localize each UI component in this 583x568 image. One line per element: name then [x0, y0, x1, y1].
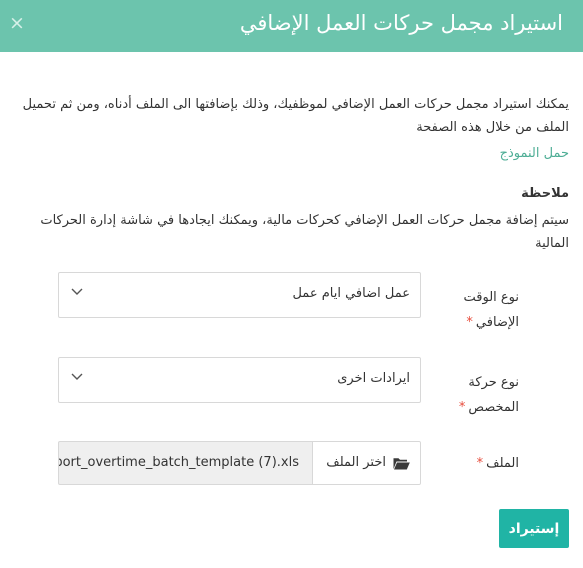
chevron-down-icon — [71, 373, 83, 380]
allocation-type-select[interactable]: ايرادات اخرى — [58, 357, 421, 403]
overtime-type-label-line1: نوع الوقت — [463, 290, 520, 305]
choose-file-label: اختر الملف — [326, 455, 386, 470]
note-text: سيتم إضافة مجمل حركات العمل الإضافي كحرك… — [40, 213, 569, 251]
overtime-type-label: نوع الوقت الإضافي* — [439, 285, 520, 335]
overtime-type-label-line2: الإضافي* — [466, 315, 519, 330]
selected-file-name: import_overtime_batch_template (7).xls — [59, 442, 313, 484]
chevron-down-icon — [71, 288, 83, 295]
modal-title: استيراد مجمل حركات العمل الإضافي — [239, 11, 563, 35]
choose-file-button[interactable]: اختر الملف — [312, 442, 420, 484]
note-title: ملاحظة — [521, 186, 569, 201]
file-name-text: import_overtime_batch_template (7).xls — [59, 455, 299, 470]
overtime-type-select[interactable]: عمل اضافي ايام عمل — [58, 272, 421, 318]
intro-text: يمكنك استيراد مجمل حركات العمل الإضافي ل… — [22, 97, 569, 135]
modal-header: استيراد مجمل حركات العمل الإضافي × — [0, 0, 583, 52]
folder-open-icon — [393, 458, 410, 470]
required-mark: * — [458, 400, 466, 415]
file-input[interactable]: اختر الملف import_overtime_batch_templat… — [58, 441, 421, 485]
allocation-type-label-line1: نوع حركة — [468, 375, 519, 390]
import-button[interactable]: إستيراد — [499, 509, 569, 548]
required-mark: * — [466, 315, 473, 330]
file-label: الملف* — [476, 456, 519, 471]
overtime-type-value: عمل اضافي ايام عمل — [292, 286, 410, 301]
allocation-type-label: نوع حركة المخصص* — [439, 370, 519, 420]
import-overtime-modal: استيراد مجمل حركات العمل الإضافي × يمكنك… — [0, 0, 583, 568]
required-mark: * — [476, 456, 484, 471]
allocation-type-value: ايرادات اخرى — [337, 371, 410, 386]
download-template-link[interactable]: حمل النموذج — [500, 146, 569, 161]
close-icon[interactable]: × — [9, 12, 25, 34]
allocation-type-label-line2: المخصص* — [458, 400, 519, 415]
